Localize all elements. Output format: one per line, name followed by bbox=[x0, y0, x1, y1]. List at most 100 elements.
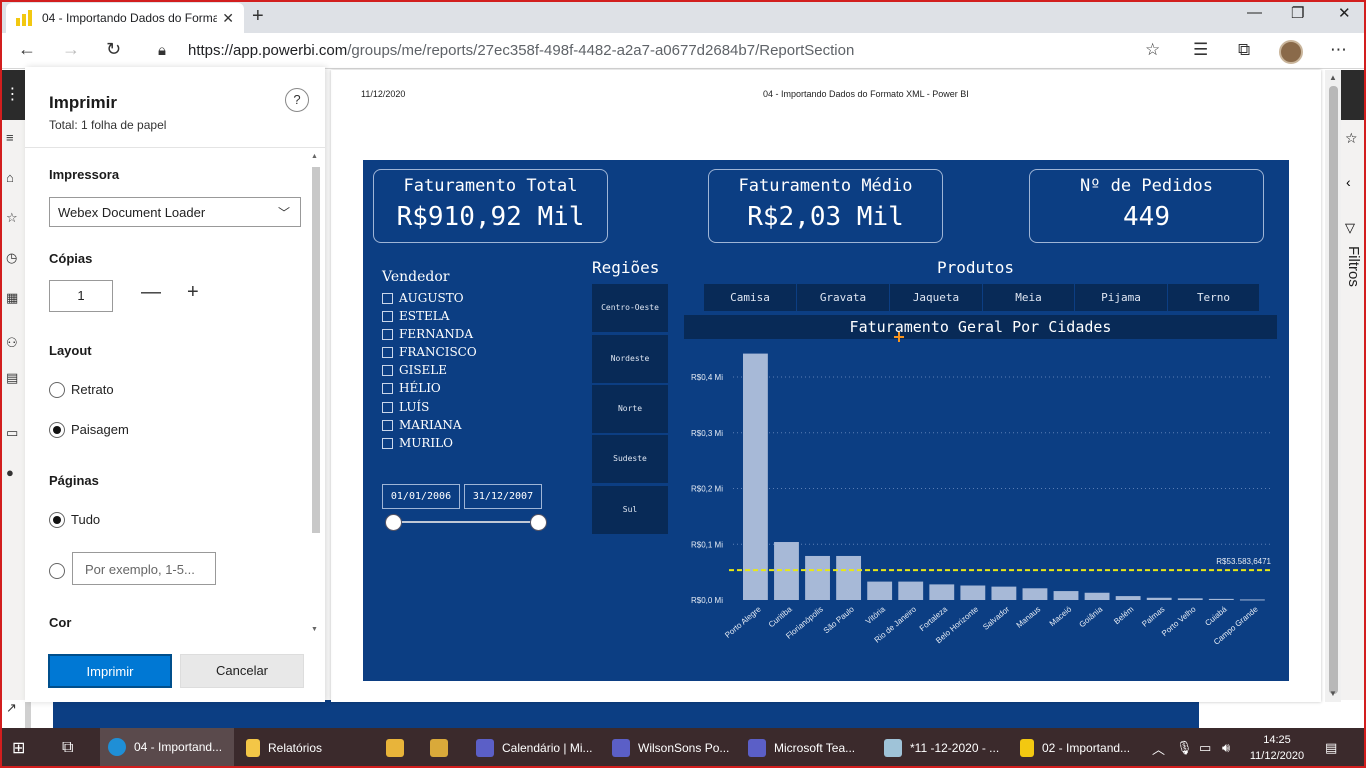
taskbar-item-notepad[interactable]: *11 -12-2020 - ... bbox=[884, 728, 999, 768]
collections-icon[interactable]: ⧉ bbox=[1238, 40, 1250, 60]
help-icon[interactable]: ? bbox=[285, 88, 309, 112]
produto-tab[interactable]: Meia bbox=[983, 284, 1075, 311]
network-icon[interactable]: ▭ bbox=[1199, 728, 1211, 768]
vendedor-option[interactable]: HÉLIO bbox=[382, 381, 441, 395]
apps-icon[interactable]: ▦ bbox=[6, 290, 18, 306]
layout-landscape-label[interactable]: Paisagem bbox=[71, 422, 129, 437]
filters-pane-label[interactable]: Filtros bbox=[1345, 246, 1362, 287]
taskbar-item-teams-wilson[interactable]: WilsonSons Po... bbox=[612, 728, 729, 768]
pages-custom-radio[interactable] bbox=[49, 563, 65, 579]
recent-icon[interactable]: ◷ bbox=[6, 250, 17, 266]
home-icon[interactable]: ⌂ bbox=[6, 170, 14, 185]
expand-icon[interactable]: ↗ bbox=[6, 700, 17, 716]
produto-tab[interactable]: Gravata bbox=[797, 284, 890, 311]
checkbox[interactable] bbox=[382, 310, 393, 322]
regiao-button[interactable]: Nordeste bbox=[592, 335, 668, 383]
forward-icon[interactable]: → bbox=[62, 39, 80, 60]
date-slider-track[interactable] bbox=[394, 521, 539, 523]
checkbox[interactable] bbox=[382, 364, 393, 376]
checkbox[interactable] bbox=[382, 292, 393, 304]
layout-portrait-radio[interactable] bbox=[49, 382, 65, 398]
windows-start-icon[interactable]: ⊞ bbox=[12, 728, 25, 768]
learn-icon[interactable]: ▤ bbox=[6, 370, 18, 386]
produto-tab[interactable]: Terno bbox=[1168, 284, 1260, 311]
taskbar-item-teams[interactable]: Microsoft Tea... bbox=[748, 728, 855, 768]
taskbar-item-teams-calendar[interactable]: Calendário | Mi... bbox=[476, 728, 593, 768]
volume-icon[interactable]: 🔊︎ bbox=[1222, 728, 1230, 768]
pages-all-radio[interactable] bbox=[49, 512, 65, 528]
decrement-icon[interactable]: — bbox=[141, 281, 161, 304]
vendedor-option[interactable]: FRANCISCO bbox=[382, 345, 477, 359]
scrollbar-thumb[interactable] bbox=[312, 167, 320, 533]
notifications-icon[interactable]: ▤ bbox=[1325, 728, 1337, 768]
cancel-button[interactable]: Cancelar bbox=[180, 654, 304, 688]
vendedor-option[interactable]: FERNANDA bbox=[382, 327, 473, 341]
back-icon[interactable]: ← bbox=[18, 39, 36, 60]
star-icon[interactable]: ☆ bbox=[1345, 130, 1358, 147]
vendedor-option[interactable]: GISELE bbox=[382, 363, 447, 377]
close-icon[interactable]: ✕ bbox=[222, 10, 234, 27]
vendedor-option[interactable]: AUGUSTO bbox=[382, 291, 464, 305]
vendedor-option[interactable]: MARIANA bbox=[382, 418, 462, 432]
increment-icon[interactable]: + bbox=[187, 281, 199, 304]
minimize-icon[interactable]: — bbox=[1247, 4, 1262, 21]
print-button[interactable]: Imprimir bbox=[48, 654, 172, 688]
date-start-input[interactable]: 01/01/2006 bbox=[382, 484, 460, 509]
taskbar-item-folder[interactable]: Relatórios bbox=[246, 728, 322, 768]
scroll-down-icon[interactable]: ▼ bbox=[1329, 689, 1337, 698]
user-icon[interactable]: ● bbox=[6, 465, 14, 480]
avatar[interactable] bbox=[1279, 40, 1303, 64]
date-slider-start-handle[interactable] bbox=[385, 514, 402, 531]
app-launcher-icon[interactable]: ⋮ bbox=[0, 70, 25, 120]
scroll-down-icon[interactable]: ▼ bbox=[311, 626, 318, 633]
refresh-icon[interactable]: ↻ bbox=[106, 39, 121, 60]
copies-input[interactable]: 1 bbox=[49, 280, 113, 312]
bar-chart[interactable]: R$0,0 Mi R$0,1 Mi R$0,2 Mi R$0,3 Mi R$0,4 Mi… bbox=[681, 345, 1281, 655]
dialog-scrollbar[interactable]: ▲ ▼ bbox=[311, 153, 321, 633]
checkbox[interactable] bbox=[382, 346, 393, 358]
filter-icon[interactable]: ▽ bbox=[1345, 220, 1355, 236]
menu-icon[interactable]: ≡ bbox=[6, 130, 14, 145]
taskbar-item-powerbi[interactable]: 02 - Importand... bbox=[1020, 728, 1130, 768]
browser-tab[interactable]: 04 - Importando Dados do Formato ✕ bbox=[6, 3, 244, 33]
date-end-input[interactable]: 31/12/2007 bbox=[464, 484, 542, 509]
taskbar-item-edge[interactable]: 04 - Importand... bbox=[100, 728, 234, 768]
microphone-icon[interactable]: 🎙︎ bbox=[1176, 728, 1193, 768]
regiao-button[interactable]: Sudeste bbox=[592, 435, 668, 483]
regiao-button[interactable]: Centro-Oeste bbox=[592, 284, 668, 332]
workspace-icon[interactable]: ▭ bbox=[6, 425, 18, 441]
taskbar-app-icon[interactable] bbox=[430, 728, 456, 768]
scroll-up-icon[interactable]: ▲ bbox=[1329, 73, 1337, 82]
shared-icon[interactable]: ⚇ bbox=[6, 335, 18, 351]
scrollbar-thumb[interactable] bbox=[1329, 86, 1338, 694]
vendedor-option[interactable]: ESTELA bbox=[382, 309, 449, 323]
regiao-button[interactable]: Sul bbox=[592, 486, 668, 534]
vendedor-option[interactable]: MURILO bbox=[382, 436, 453, 450]
pages-range-input[interactable]: Por exemplo, 1-5... bbox=[72, 552, 216, 585]
produto-tab[interactable]: Jaqueta bbox=[890, 284, 983, 311]
checkbox[interactable] bbox=[382, 328, 393, 340]
more-options-icon[interactable]: ⋯ bbox=[1330, 40, 1347, 60]
checkbox[interactable] bbox=[382, 382, 393, 394]
regiao-button[interactable]: Norte bbox=[592, 385, 668, 433]
printer-select[interactable]: Webex Document Loader ﹀ bbox=[49, 197, 301, 227]
vendedor-option[interactable]: LUÍS bbox=[382, 400, 429, 414]
scroll-up-icon[interactable]: ▲ bbox=[311, 153, 318, 160]
system-clock[interactable]: 14:25 11/12/2020 bbox=[1246, 732, 1308, 764]
favorites-icon[interactable]: ☆ bbox=[6, 210, 18, 226]
address-bar[interactable]: https://app.powerbi.com/groups/me/report… bbox=[188, 42, 854, 59]
window-close-icon[interactable]: ✕ bbox=[1338, 4, 1351, 22]
checkbox[interactable] bbox=[382, 437, 393, 449]
preview-scrollbar[interactable]: ▲ ▼ bbox=[1325, 70, 1341, 702]
checkbox[interactable] bbox=[382, 419, 393, 431]
favorite-star-icon[interactable]: ☆ bbox=[1145, 40, 1160, 60]
date-slider-end-handle[interactable] bbox=[530, 514, 547, 531]
layout-portrait-label[interactable]: Retrato bbox=[71, 382, 114, 397]
taskbar-app-icon[interactable] bbox=[386, 728, 412, 768]
task-view-icon[interactable]: ⧉ bbox=[62, 728, 73, 768]
restore-icon[interactable]: ❐ bbox=[1291, 4, 1304, 22]
pages-all-label[interactable]: Tudo bbox=[71, 512, 100, 527]
layout-landscape-radio[interactable] bbox=[49, 422, 65, 438]
tray-chevron-icon[interactable]: ︿ bbox=[1152, 728, 1165, 768]
produto-tab[interactable]: Camisa bbox=[704, 284, 797, 311]
